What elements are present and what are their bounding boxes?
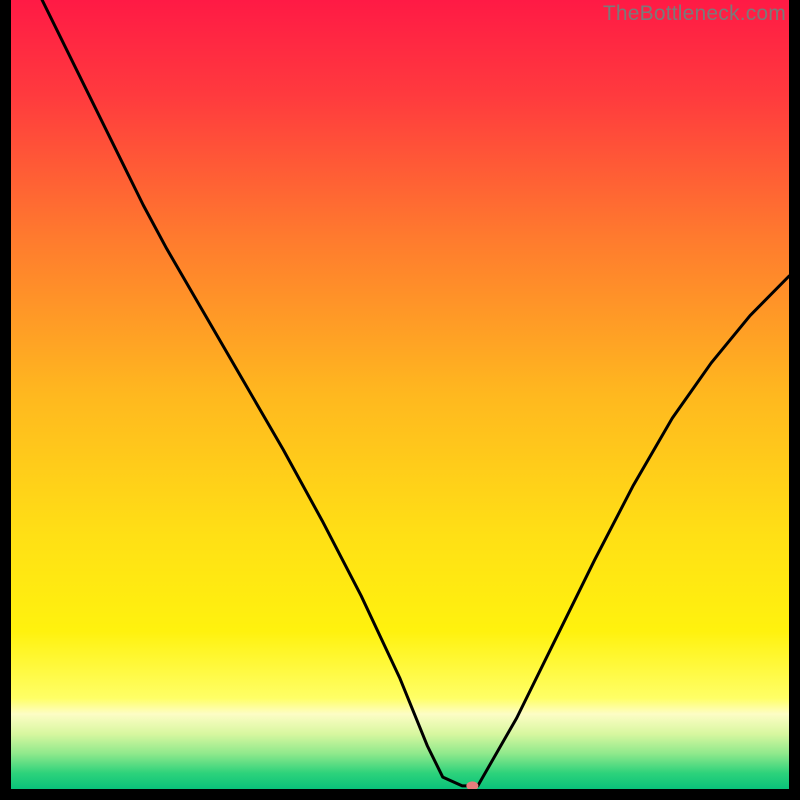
bottleneck-chart — [11, 0, 789, 789]
chart-frame — [11, 0, 789, 789]
gradient-background — [11, 0, 789, 789]
watermark-text: TheBottleneck.com — [603, 2, 786, 26]
